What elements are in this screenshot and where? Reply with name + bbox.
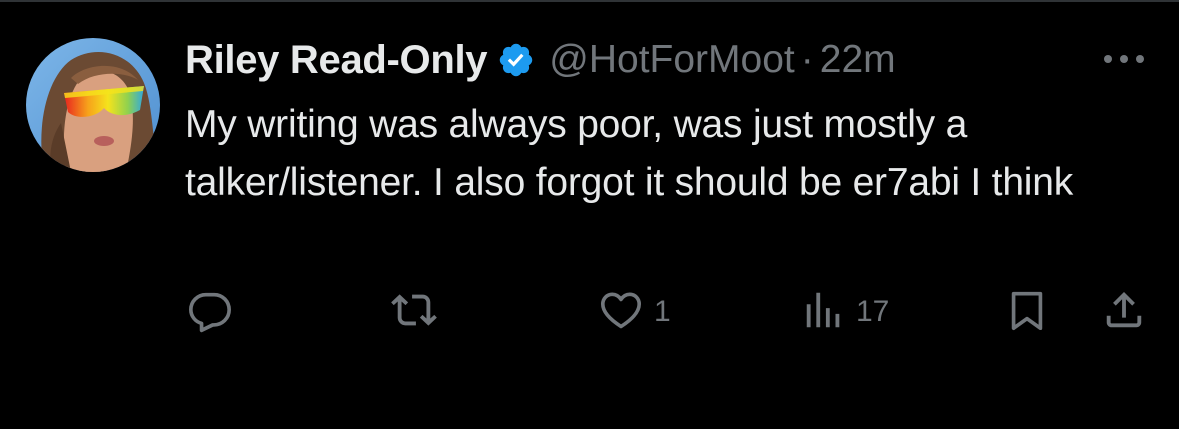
share-button[interactable] [1100, 289, 1148, 335]
views-icon [800, 287, 848, 338]
view-count: 17 [856, 295, 890, 328]
heart-icon [596, 287, 646, 338]
verified-badge-icon [497, 41, 535, 79]
author-handle[interactable]: @HotForMoot [549, 38, 794, 82]
like-count: 1 [654, 295, 671, 328]
more-icon[interactable] [1098, 44, 1150, 74]
top-divider [0, 0, 1179, 2]
tweet-text: My writing was always poor, was just mos… [185, 103, 1074, 204]
tweet-timestamp[interactable]: 22m [820, 38, 896, 82]
share-icon [1100, 287, 1148, 338]
reply-icon [186, 287, 234, 338]
retweet-icon [388, 287, 440, 338]
bookmark-icon [1004, 287, 1050, 338]
views-button[interactable]: 17 [800, 289, 889, 335]
author-display-name[interactable]: Riley Read-Only [185, 38, 488, 83]
separator-dot: · [800, 38, 814, 81]
like-button[interactable]: 1 [596, 289, 671, 335]
retweet-button[interactable] [388, 289, 440, 335]
tweet-header: Riley Read-Only @HotForMoot · 22m [185, 34, 896, 86]
bookmark-button[interactable] [1004, 289, 1050, 335]
reply-button[interactable] [186, 289, 234, 335]
avatar[interactable] [26, 38, 160, 172]
